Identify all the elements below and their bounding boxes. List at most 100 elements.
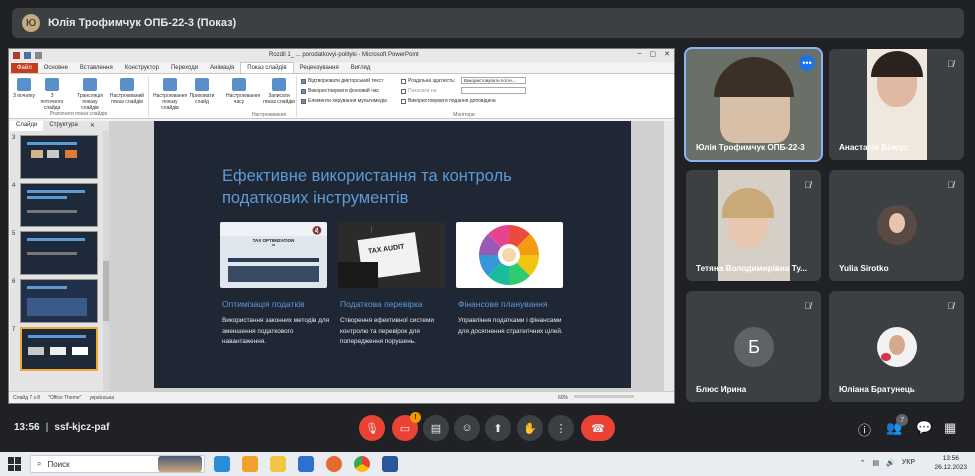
show-on-select[interactable] (461, 87, 526, 94)
narration-checkbox[interactable]: Відтворювати дикторський текст (301, 78, 383, 84)
leave-call-button[interactable]: ☎ (581, 415, 615, 441)
custom-show-icon (120, 78, 134, 91)
setup-show-button[interactable]: Настроювання показу слайдів (153, 78, 187, 111)
language-indicator[interactable]: УКР (902, 459, 915, 467)
timings-checkbox[interactable]: Використовувати фоновий час (301, 88, 379, 94)
tab-home[interactable]: Основне (38, 63, 74, 73)
people-button[interactable]: 👥 7 (886, 414, 909, 436)
word-icon[interactable] (382, 456, 398, 472)
start-button[interactable] (8, 457, 22, 471)
captions-icon: ▤ (430, 422, 442, 435)
chat-icon: 💬 (916, 420, 933, 435)
custom-show-button[interactable]: Настроюваний показ слайдів (109, 78, 145, 105)
mic-toggle-button[interactable]: 🎙 (359, 415, 385, 441)
resolution-select[interactable]: Використовувати поточ... (461, 77, 526, 84)
raise-hand-button[interactable]: ✋ (517, 415, 543, 441)
rehearse-button[interactable]: Настроювання часу (226, 78, 260, 105)
zoom-level: 60% (557, 395, 568, 401)
chat-button[interactable]: 💬 (916, 420, 932, 436)
mic-off-icon: 🎙̸ (804, 301, 811, 311)
slide-thumbnail[interactable]: 4 (12, 183, 98, 227)
chevron-up-icon[interactable]: ⌃ (860, 459, 866, 467)
participant-tile[interactable]: 🎙̸ Анастасія Білоус (829, 49, 964, 160)
card-heading: Фінансове планування (458, 299, 548, 309)
from-current-button[interactable]: З поточного слайда (39, 78, 65, 111)
network-icon[interactable]: ▤ (872, 459, 879, 467)
tab-view[interactable]: Вигляд (345, 63, 377, 73)
monitor-icon (401, 78, 406, 84)
file-explorer-icon[interactable] (270, 456, 286, 472)
from-start-button[interactable]: З початку (11, 78, 37, 99)
tax-audit-image: TAX AUDIT ⋮ (338, 222, 445, 288)
zoom-slider[interactable] (574, 395, 634, 398)
app-icon[interactable] (242, 456, 258, 472)
maximize-icon[interactable]: ▢ (650, 50, 657, 58)
timer-icon (232, 78, 246, 91)
minimize-icon[interactable]: – (638, 50, 642, 58)
tab-insert[interactable]: Вставлення (74, 63, 119, 73)
slide-thumbnail-selected[interactable]: 7 (12, 327, 98, 371)
participant-tile[interactable]: 🎙̸ Юліана Братунець (829, 291, 964, 402)
chrome-icon[interactable] (354, 456, 370, 472)
tab-outline[interactable]: Структура (43, 121, 83, 131)
slide-thumbnail[interactable]: 3 (12, 135, 98, 179)
ppt-statusbar: Слайд 7 з 8 "Office Theme" українська 60… (9, 391, 674, 403)
search-icon: ⌕ (37, 459, 42, 468)
quick-access-toolbar (13, 52, 42, 59)
meeting-time: 13:56 (14, 422, 40, 433)
hide-slide-button[interactable]: Приховати слайд (189, 78, 215, 105)
presenter-view-checkbox[interactable]: Використовувати подання доповідача (401, 98, 496, 104)
slide-title: Ефективне використання та контроль подат… (222, 167, 512, 207)
participant-tile[interactable]: Б 🎙̸ Блюс Ирина (686, 291, 821, 402)
editor-scrollbar[interactable] (664, 121, 674, 391)
presenter-label: Юлія Трофимчук ОПБ-22-3 (Показ) (48, 17, 237, 29)
participant-tile[interactable]: 🎙̸ Yulia Sirotko (829, 170, 964, 281)
current-slide[interactable]: Ефективне використання та контроль подат… (154, 121, 631, 388)
slides-pane: Слайди Структура ✕ 3 4 5 6 7 (10, 121, 109, 391)
participant-tile[interactable]: ••• Юлія Трофимчук ОПБ-22-3 (684, 47, 823, 162)
slide-thumbnail[interactable]: 6 (12, 279, 98, 323)
tab-slides[interactable]: Слайди (10, 121, 44, 131)
ppt-titlebar: Rozdil 1_ ... porodatkovyi-polityki - Mi… (9, 49, 674, 62)
participant-name: Юліана Братунець (839, 385, 915, 394)
volume-icon[interactable]: 🔊 (886, 459, 895, 467)
reactions-button[interactable]: ☺ (454, 415, 480, 441)
participant-name: Тетяна Володимирівна Ту... (696, 264, 808, 273)
media-controls-checkbox[interactable]: Елементи керування мультимедіа (301, 98, 387, 104)
save-icon[interactable] (24, 52, 31, 59)
close-pane-icon[interactable]: ✕ (84, 121, 101, 131)
captions-button[interactable]: ▤ (423, 415, 449, 441)
close-icon[interactable]: ✕ (664, 50, 670, 58)
tab-design[interactable]: Конструктор (119, 63, 165, 73)
muted-icon: 🔇 (312, 226, 322, 235)
tab-animation[interactable]: Анімація (204, 63, 240, 73)
record-button[interactable]: Записати показ слайдів (263, 78, 295, 105)
tab-review[interactable]: Рецензування (294, 63, 345, 73)
tab-file[interactable]: Файл (11, 63, 38, 73)
tab-slideshow[interactable]: Показ слайдів (240, 62, 294, 73)
more-options-button[interactable]: ⋮ (548, 415, 574, 441)
edge-icon[interactable] (214, 456, 230, 472)
tab-transitions[interactable]: Переходи (165, 63, 204, 73)
more-options-icon[interactable]: ••• (799, 55, 815, 71)
present-button[interactable]: ⬆ (485, 415, 511, 441)
warning-badge: ! (410, 412, 421, 423)
undo-icon[interactable] (35, 52, 42, 59)
taskbar-clock[interactable]: 13:56 26.12.2023 (934, 454, 967, 472)
meeting-info: 13:56 | ssf-kjcz-paf (14, 422, 110, 433)
meeting-details-button[interactable]: ⓘ (858, 420, 871, 439)
activities-button[interactable]: ▦ (944, 420, 956, 436)
meeting-code: ssf-kjcz-paf (54, 422, 110, 433)
activities-icon: ▦ (944, 420, 957, 435)
participant-tile[interactable]: 🎙̸ Тетяна Володимирівна Ту... (686, 170, 821, 281)
firefox-icon[interactable] (326, 456, 342, 472)
presenter-bar: Ю Юлія Трофимчук ОПБ-22-3 (Показ) (12, 8, 964, 38)
slide-thumbnail[interactable]: 5 (12, 231, 98, 275)
checkbox-icon (301, 98, 306, 104)
checkbox-icon (301, 78, 306, 84)
slide-editor: Ефективне використання та контроль подат… (109, 121, 664, 391)
broadcast-button[interactable]: Трансляція показу слайдів (74, 78, 106, 111)
app-icon[interactable] (298, 456, 314, 472)
camera-toggle-button[interactable]: ▭! (392, 412, 421, 441)
participant-name: Анастасія Білоус (839, 143, 909, 152)
